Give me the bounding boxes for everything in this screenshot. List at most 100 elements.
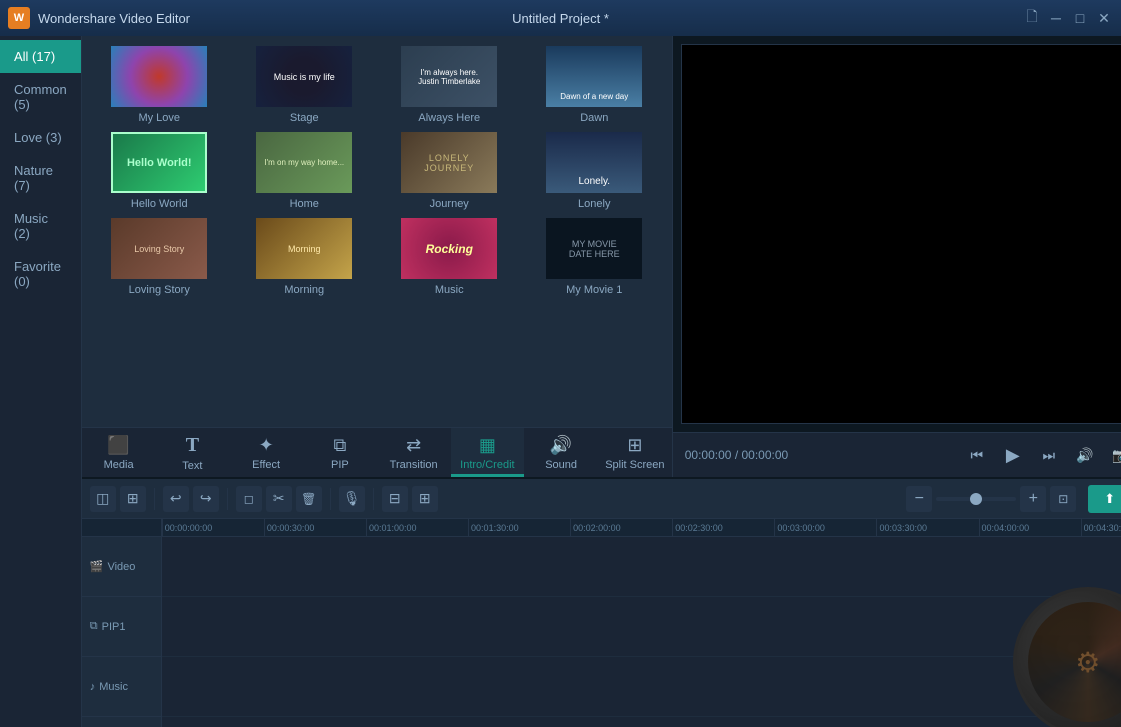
template-thumb-morning[interactable]: Morning [254, 216, 354, 281]
ruler-mark: 00:03:30:00 [876, 519, 927, 536]
maximize-button[interactable]: □ [1071, 9, 1089, 27]
template-thumb-dawn[interactable]: Dawn of a new day [544, 44, 644, 109]
tool-transition[interactable]: ⇄ Transition [377, 428, 451, 477]
ruler-mark: 00:04:00:00 [979, 519, 1030, 536]
redo-button[interactable]: ↪ [193, 486, 219, 512]
volume-button[interactable]: 🔊 [1071, 441, 1099, 469]
pip1-track-label: PIP1 [102, 621, 126, 633]
music-track-row [162, 657, 1121, 717]
next-frame-button[interactable]: ⏭ [1035, 441, 1063, 469]
delete-button[interactable]: 🗑 [296, 486, 322, 512]
app-icon: W [8, 7, 30, 29]
template-thumb-mymovie[interactable]: MY MOVIEDATE HERE [544, 216, 644, 281]
tool-splitscreen[interactable]: ⊞ Split Screen [598, 428, 672, 477]
template-thumb-mylove[interactable] [109, 44, 209, 109]
cut-button[interactable]: ◻ [236, 486, 262, 512]
tool-label: Split Screen [605, 459, 664, 471]
tool-label: Intro/Credit [460, 459, 514, 471]
titlebar: W Wondershare Video Editor Untitled Proj… [0, 0, 1121, 36]
template-label: My Love [138, 112, 180, 124]
sidebar-item-nature[interactable]: Nature (7) [0, 154, 81, 202]
list-item[interactable]: Dawn of a new day Dawn [525, 44, 664, 124]
template-thumb-helloworld[interactable]: Hello World! [109, 130, 209, 195]
prev-frame-button[interactable]: ⏮ [963, 441, 991, 469]
tool-media[interactable]: ⬛ Media [82, 428, 156, 477]
close-button[interactable]: ✕ [1095, 9, 1113, 27]
template-label: My Movie 1 [566, 284, 622, 296]
template-label: Music [435, 284, 464, 296]
track-label-video: 🎬 Video [82, 537, 161, 597]
template-thumb-home[interactable]: I'm on my way home... [254, 130, 354, 195]
fit-view-button[interactable]: ◫ [90, 486, 116, 512]
template-thumb-lovingstory[interactable]: Loving Story [109, 216, 209, 281]
tool-sound[interactable]: 🔊 Sound [524, 428, 598, 477]
zoom-thumb[interactable] [970, 493, 982, 505]
ruler-mark: 00:02:30:00 [672, 519, 723, 536]
preview-screen [681, 44, 1121, 424]
template-thumb-alwayshere[interactable]: I'm always here.Justin Timberlake [399, 44, 499, 109]
template-label: Always Here [418, 112, 480, 124]
list-item[interactable]: Rocking Music [380, 216, 519, 296]
record-button[interactable]: 🎙 [339, 486, 365, 512]
zoom-slider[interactable] [936, 497, 1016, 501]
zoom-control: − + ⊡ [906, 486, 1076, 512]
scissors-button[interactable]: ✂ [266, 486, 292, 512]
template-thumb-journey[interactable]: LONELYJOURNEY [399, 130, 499, 195]
tool-label: Effect [252, 459, 280, 471]
template-thumb-lonely[interactable]: Lonely. [544, 130, 644, 195]
sidebar-item-love[interactable]: Love (3) [0, 121, 81, 154]
track-labels: 🎬 Video ⧉ PIP1 ♪ Music [82, 519, 162, 727]
detach-button[interactable]: ⊟ [382, 486, 408, 512]
list-item[interactable]: Hello World! Hello World [90, 130, 229, 210]
list-item[interactable]: LONELYJOURNEY Journey [380, 130, 519, 210]
tool-text[interactable]: T Text [156, 428, 230, 477]
zoom-out-button[interactable]: − [906, 486, 932, 512]
list-item[interactable]: Loving Story Loving Story [90, 216, 229, 296]
minimize-button[interactable]: ─ [1047, 9, 1065, 27]
template-label: Stage [290, 112, 319, 124]
zoom-in-button[interactable]: + [1020, 486, 1046, 512]
tool-intro[interactable]: ▦ Intro/Credit [451, 428, 525, 477]
export-button[interactable]: ⬆ Export [1088, 485, 1121, 513]
ruler-mark: 00:01:30:00 [468, 519, 519, 536]
fit-zoom-button[interactable]: ⊡ [1050, 486, 1076, 512]
preview-controls: 00:00:00 / 00:00:00 ⏮ ▶ ⏭ 🔊 📷 ⛶ [673, 432, 1121, 477]
snapshot-button[interactable]: 📷 [1107, 441, 1121, 469]
window-controls: 🗋 ─ □ ✕ [1023, 9, 1113, 27]
list-item[interactable]: Lonely. Lonely [525, 130, 664, 210]
tool-effect[interactable]: ✦ Effect [229, 428, 303, 477]
pip-icon: ⧉ [333, 435, 346, 456]
restore-button[interactable]: 🗋 [1023, 9, 1041, 27]
export-icon: ⬆ [1104, 491, 1115, 507]
play-button[interactable]: ▶ [999, 441, 1027, 469]
tool-label: Sound [545, 459, 577, 471]
content-panel: My Love Music is my life Stage I'm alway… [82, 36, 672, 477]
sidebar-item-all[interactable]: All (17) [0, 40, 81, 73]
template-grid: My Love Music is my life Stage I'm alway… [82, 36, 672, 427]
sidebar-item-common[interactable]: Common (5) [0, 73, 81, 121]
list-item[interactable]: Morning Morning [235, 216, 374, 296]
template-thumb-stage[interactable]: Music is my life [254, 44, 354, 109]
separator [330, 488, 331, 510]
video-track-row [162, 537, 1121, 597]
separator [154, 488, 155, 510]
pip1-track-row [162, 597, 1121, 657]
undo-button[interactable]: ↩ [163, 486, 189, 512]
list-item[interactable]: MY MOVIEDATE HERE My Movie 1 [525, 216, 664, 296]
ruler-mark: 00:01:00:00 [366, 519, 417, 536]
tool-label: Text [182, 460, 202, 472]
add-track-button[interactable]: ⊞ [412, 486, 438, 512]
template-thumb-music[interactable]: Rocking [399, 216, 499, 281]
list-item[interactable]: Music is my life Stage [235, 44, 374, 124]
intro-icon: ▦ [479, 435, 496, 456]
list-item[interactable]: My Love [90, 44, 229, 124]
list-item[interactable]: I'm always here.Justin Timberlake Always… [380, 44, 519, 124]
sidebar-item-music[interactable]: Music (2) [0, 202, 81, 250]
grid-view-button[interactable]: ⊞ [120, 486, 146, 512]
tool-pip[interactable]: ⧉ PIP [303, 428, 377, 477]
splitscreen-icon: ⊞ [627, 435, 642, 456]
sidebar-item-favorite[interactable]: Favorite (0) [0, 250, 81, 298]
music-track-icon: ♪ [90, 681, 96, 693]
template-label: Journey [430, 198, 469, 210]
list-item[interactable]: I'm on my way home... Home [235, 130, 374, 210]
